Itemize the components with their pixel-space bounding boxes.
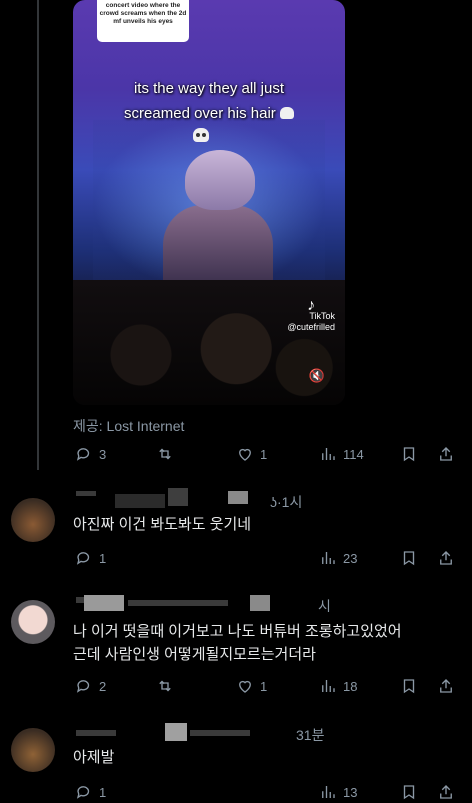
views-button[interactable]: 18 [319,677,357,695]
views-button[interactable]: 114 [319,445,364,463]
views-count: 23 [343,550,358,566]
skull-icon [193,128,209,142]
reply-text-line-2: 근데 사람인생 어떻게될지모르는거더라 [73,646,316,663]
reply-count: 3 [99,446,107,462]
views-icon [322,680,335,692]
media-credit[interactable]: 제공: Lost Internet [73,416,184,436]
video-figure-body [163,205,273,285]
reply-button[interactable]: 1 [75,783,106,801]
share-icon [440,785,452,799]
reply-count: 2 [99,678,107,694]
reply-icon [76,448,90,461]
video-figure-head [185,150,255,210]
views-button[interactable]: 23 [319,549,357,567]
repost-button[interactable] [156,677,174,695]
overlay-line-2: screamed over his hair [124,105,276,122]
redacted-name [76,491,96,496]
reply-actions: 2 1 18 [73,676,463,696]
avatar[interactable] [11,600,55,644]
mute-icon[interactable]: 🔇 [309,368,325,384]
bookmark-button[interactable] [400,783,418,801]
like-button[interactable]: 1 [236,677,267,695]
bookmark-button[interactable] [400,677,418,695]
bookmark-icon [403,551,415,566]
share-button[interactable] [437,677,455,695]
reply-button[interactable]: 2 [75,677,106,695]
post-actions: 3 1 114 [73,444,463,464]
like-icon [239,448,251,461]
bookmark-icon [403,679,415,694]
reply-actions: 1 23 [73,548,463,568]
like-button[interactable]: 1 [236,445,267,463]
views-icon [322,552,335,564]
reply-text: 나 이거 떳을때 이거보고 나도 버튜버 조롱하고있었어 근데 사람인생 어떻게… [73,620,402,666]
skull-icon [279,107,294,119]
share-icon [440,551,452,565]
reply-button[interactable]: 1 [75,549,106,567]
tiktok-handle: @cutefrilled [287,322,335,332]
reply-button[interactable]: 3 [75,445,106,463]
views-count: 13 [343,784,358,800]
views-icon [322,448,335,460]
video-overlay-text: its the way they all just screamed over … [93,76,325,126]
redacted-block [250,595,270,611]
reply-text: 아제발 [73,749,115,766]
views-icon [322,786,335,798]
avatar[interactable] [11,498,55,542]
redacted-handle [128,600,228,606]
like-count: 1 [260,446,268,462]
reply-timestamp: ʖ·1시 [270,494,303,510]
thread-line [37,0,39,470]
repost-icon [159,448,171,460]
reply-text: 아진짜 이건 봐도봐도 웃기네 [73,516,252,533]
like-icon [239,680,251,693]
reply-icon [76,786,90,799]
embedded-video[interactable]: concert video where the crowd screams wh… [73,0,345,405]
share-icon [440,679,452,693]
repost-button[interactable] [156,445,174,463]
tiktok-brand: TikTok [309,311,335,321]
reply-count: 1 [99,550,107,566]
like-count: 1 [260,678,268,694]
reply-count: 1 [99,784,107,800]
views-count: 18 [343,678,358,694]
reply-actions: 1 13 [73,782,463,802]
share-button[interactable] [437,445,455,463]
share-button[interactable] [437,549,455,567]
video-crowd [73,280,345,405]
bookmark-button[interactable] [400,549,418,567]
reply-icon [76,552,90,565]
reply-timestamp: 31분 [296,727,325,743]
reply-text-line-1: 나 이거 떳을때 이거보고 나도 버튜버 조롱하고있었어 [73,623,402,640]
redacted-name [76,730,116,736]
views-count: 114 [343,446,364,462]
video-caption-box: concert video where the crowd screams wh… [97,0,189,42]
repost-icon [159,680,171,692]
overlay-line-1: its the way they all just [133,80,285,97]
bookmark-icon [403,785,415,800]
bookmark-icon [403,447,415,462]
tiktok-icon: ♪ [307,297,316,314]
redacted-handle [190,730,250,736]
redacted-block [228,491,248,504]
views-button[interactable]: 13 [319,783,357,801]
avatar[interactable] [11,728,55,772]
reply-timestamp: 시 [318,598,331,614]
share-icon [440,447,452,461]
redacted-handle [115,494,165,508]
redacted-block [168,488,188,506]
reply-icon [76,680,90,693]
redacted-block [84,595,124,611]
share-button[interactable] [437,783,455,801]
redacted-block [165,723,187,741]
bookmark-button[interactable] [400,445,418,463]
tiktok-watermark: ♪ TikTok @cutefrilled [287,297,335,333]
